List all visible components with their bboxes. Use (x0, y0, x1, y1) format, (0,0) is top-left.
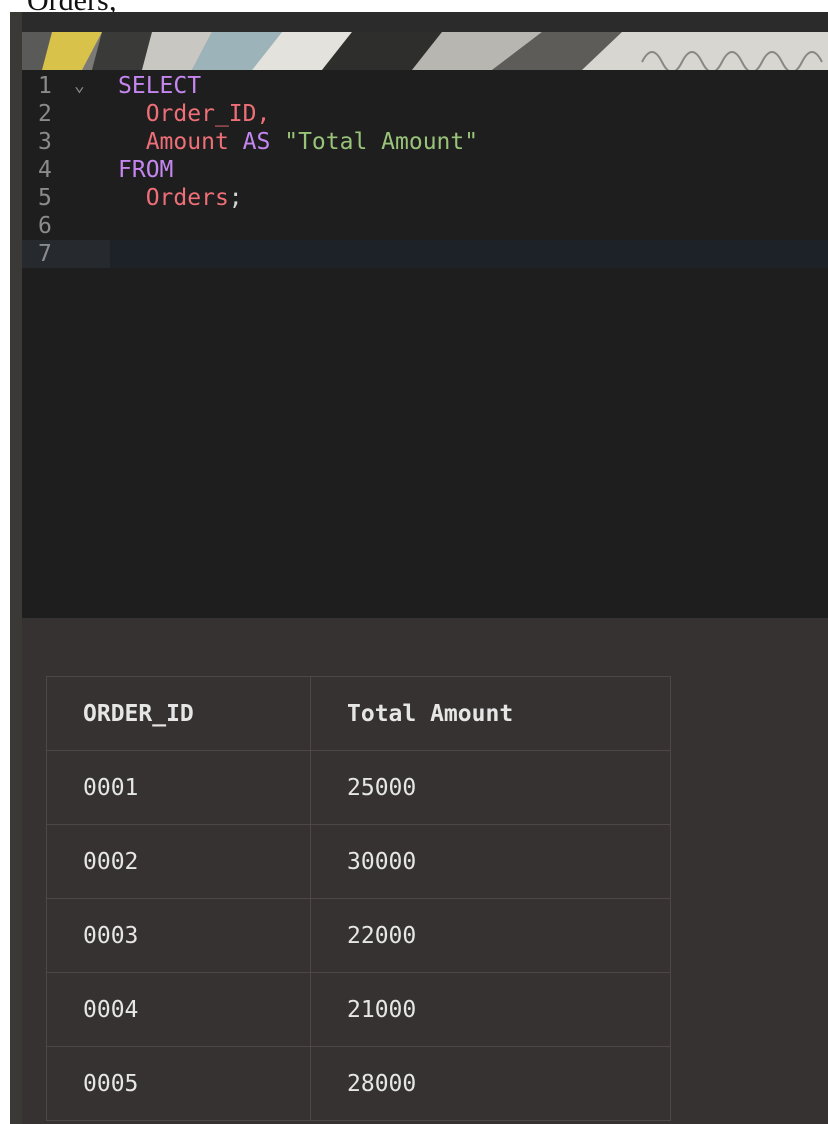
sql-keyword: FROM (118, 157, 174, 183)
code-text: Orders; (118, 184, 243, 212)
code-token: ; (228, 185, 243, 211)
results-panel: ORDER_ID Total Amount 0001 25000 0002 30… (22, 618, 828, 1124)
line-number: 4 (38, 157, 52, 183)
sql-string: "Total Amount" (284, 129, 479, 155)
code-line[interactable]: 2 Order_ID, (22, 100, 828, 128)
code-text: Amount AS "Total Amount" (118, 128, 478, 156)
code-line[interactable]: 6 (22, 212, 828, 240)
code-line[interactable]: 1 ⌄ SELECT (22, 72, 828, 100)
sql-identifier: Order_ID (145, 101, 257, 127)
line-number: 1 (38, 73, 52, 99)
table-cell: 22000 (310, 898, 671, 973)
left-edge-strip (10, 12, 22, 1124)
line-number: 7 (38, 241, 52, 267)
sql-identifier: Orders (145, 185, 229, 211)
code-line[interactable]: 7 (22, 240, 828, 268)
table-cell: 0001 (46, 750, 311, 825)
code-text: FROM (118, 156, 173, 184)
line-number: 3 (38, 129, 52, 155)
decorative-banner-image (22, 32, 828, 70)
table-cell: 0005 (46, 1046, 311, 1121)
code-line[interactable]: 4 FROM (22, 156, 828, 184)
table-cell: 21000 (310, 972, 671, 1047)
sql-workspace: 1 ⌄ SELECT 2 Order_ID, 3 Amount AS "Total Am… (10, 12, 828, 1124)
table-cell: 30000 (310, 824, 671, 899)
table-cell: 0003 (46, 898, 311, 973)
line-number: 2 (38, 101, 52, 127)
sql-keyword: AS (242, 129, 271, 155)
code-line[interactable]: 5 Orders; (22, 184, 828, 212)
table-cell: 0004 (46, 972, 311, 1047)
code-line[interactable]: 3 Amount AS "Total Amount" (22, 128, 828, 156)
sql-keyword: SELECT (118, 73, 202, 99)
sql-identifier: Amount (145, 129, 229, 155)
results-table: ORDER_ID Total Amount 0001 25000 0002 30… (46, 676, 671, 1121)
column-header-total-amount[interactable]: Total Amount (310, 676, 671, 751)
table-row: 0001 25000 (46, 750, 671, 825)
table-cell: 25000 (310, 750, 671, 825)
column-header-order-id[interactable]: ORDER_ID (46, 676, 311, 751)
fold-chevron-icon[interactable]: ⌄ (74, 72, 85, 100)
code-text: Order_ID, (118, 100, 271, 128)
table-row: 0003 22000 (46, 898, 671, 973)
code-text: SELECT (118, 72, 201, 100)
table-row: 0004 21000 (46, 972, 671, 1047)
line-number: 5 (38, 185, 52, 211)
sql-identifier: , (256, 101, 271, 127)
sql-editor[interactable]: 1 ⌄ SELECT 2 Order_ID, 3 Amount AS "Total Am… (22, 70, 828, 618)
table-row: 0002 30000 (46, 824, 671, 899)
banner-pattern-icon (22, 32, 828, 70)
table-cell: 0002 (46, 824, 311, 899)
table-header-row: ORDER_ID Total Amount (46, 676, 671, 751)
table-cell: 28000 (310, 1046, 671, 1121)
line-number: 6 (38, 213, 52, 239)
table-row: 0005 28000 (46, 1046, 671, 1121)
